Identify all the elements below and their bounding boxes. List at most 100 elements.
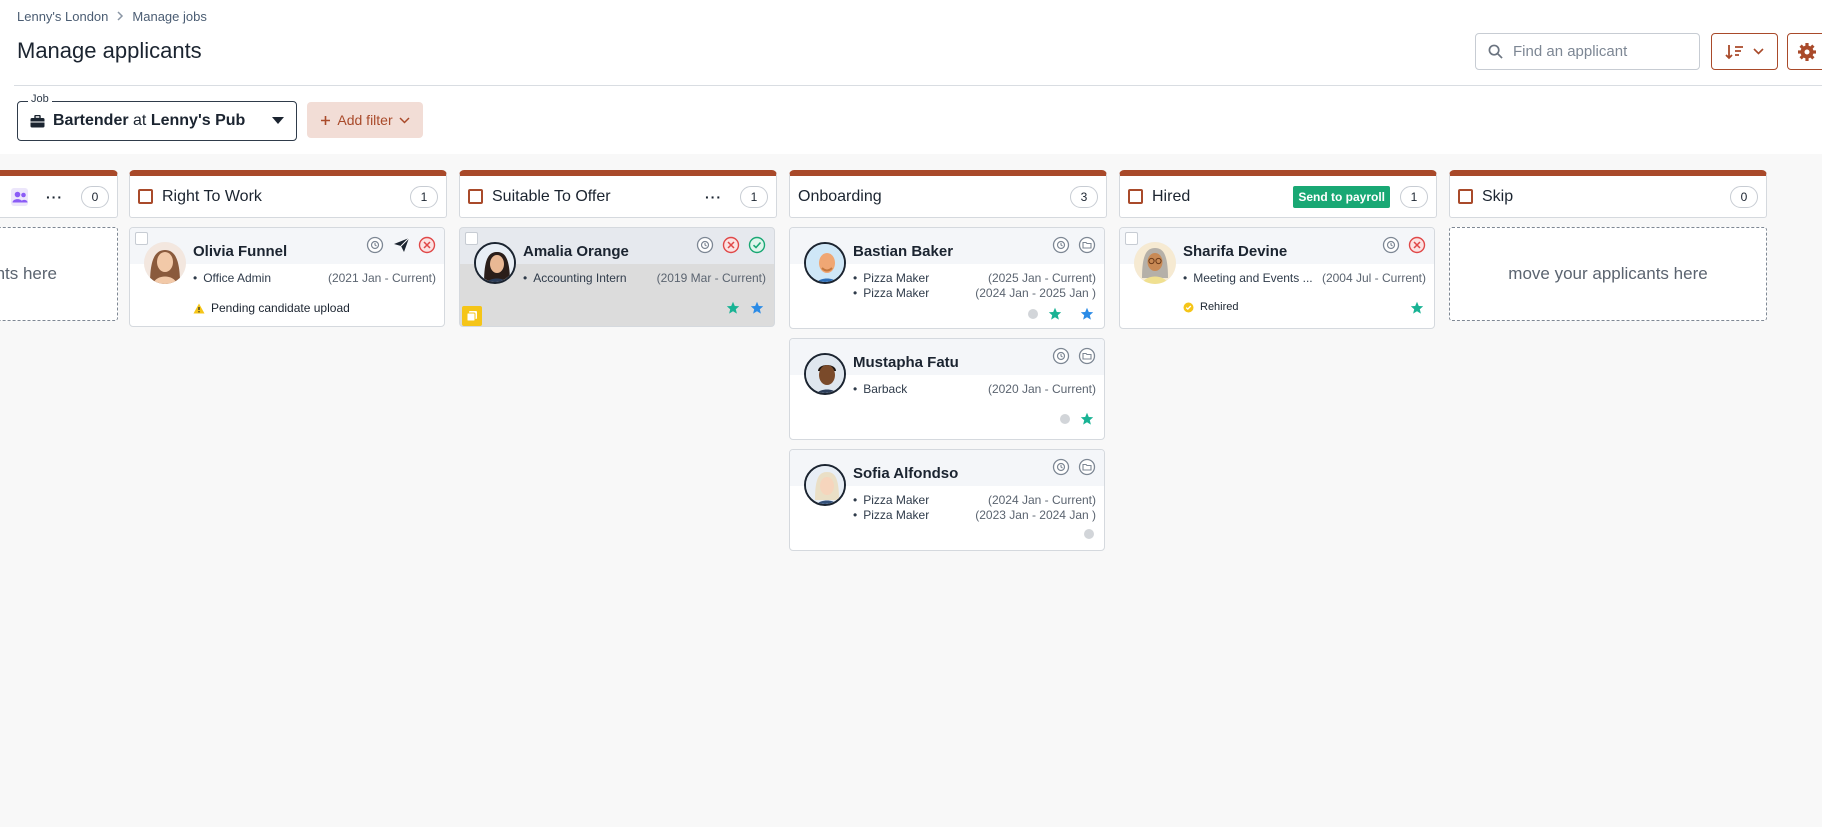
card-select-checkbox[interactable] — [1125, 232, 1138, 245]
column-select-checkbox[interactable] — [1458, 189, 1473, 204]
chevron-down-icon — [1753, 48, 1764, 55]
history-button[interactable] — [1052, 458, 1070, 476]
history-button[interactable] — [366, 236, 384, 254]
star-icon[interactable] — [750, 301, 764, 315]
applicant-dates: (2025 Jan - Current) — [987, 271, 1096, 285]
applicant-name[interactable]: Sharifa Devine — [1183, 243, 1287, 260]
star-icon[interactable] — [1080, 307, 1094, 321]
reject-button[interactable] — [722, 236, 740, 254]
card-select-checkbox[interactable] — [465, 232, 478, 245]
status-text: Rehired — [1200, 301, 1239, 313]
star-icon[interactable] — [1080, 412, 1094, 426]
applicant-name[interactable]: Olivia Funnel — [193, 243, 287, 260]
add-filter-label: Add filter — [337, 112, 393, 128]
history-icon — [1052, 458, 1070, 476]
search-icon — [1488, 44, 1503, 59]
column-select-checkbox[interactable] — [138, 189, 153, 204]
applicant-dates: (2004 Jul - Current) — [1321, 271, 1426, 285]
caret-down-icon — [272, 117, 284, 124]
close-circle-icon — [722, 236, 740, 254]
column-header-skip: Skip 0 — [1449, 170, 1767, 218]
avatar — [144, 242, 186, 284]
chevron-right-icon — [116, 9, 124, 24]
history-button[interactable] — [1382, 236, 1400, 254]
breadcrumb-root-link[interactable]: Lenny's London — [17, 9, 108, 24]
column-select-checkbox[interactable] — [1128, 189, 1143, 204]
column-menu-button[interactable]: ··· — [46, 189, 63, 205]
dropzone-cutoff[interactable]: nts here — [0, 227, 118, 321]
add-filter-button[interactable]: Add filter — [307, 102, 423, 138]
card-ratings — [1084, 529, 1094, 539]
column-count: 1 — [740, 185, 768, 208]
applicant-role: Pizza Maker — [853, 271, 929, 285]
history-button[interactable] — [1052, 347, 1070, 365]
applicant-dates: (2021 Jan - Current) — [327, 271, 436, 285]
avatar — [804, 242, 846, 284]
history-icon — [1382, 236, 1400, 254]
approve-button[interactable] — [748, 236, 766, 254]
notes-badge[interactable] — [462, 306, 482, 326]
column-count: 1 — [410, 185, 438, 208]
folder-button[interactable] — [1078, 458, 1096, 476]
history-icon — [1052, 347, 1070, 365]
applicant-role: Accounting Intern — [523, 271, 626, 285]
applicant-card-sharifa-devine[interactable]: Sharifa Devine Meeting and Events ... (2… — [1119, 227, 1435, 329]
kanban-board[interactable]: ··· 0 nts here Right To Work 1 Olivia Fu… — [0, 154, 1822, 827]
applicant-card-sofia-alfondso[interactable]: Sofia Alfondso Pizza Maker (2024 Jan - C… — [789, 449, 1105, 551]
applicant-card-mustapha-fatu[interactable]: Mustapha Fatu Barback (2020 Jan - Curren… — [789, 338, 1105, 440]
sort-button[interactable] — [1711, 33, 1778, 70]
column-title: Skip — [1482, 187, 1514, 205]
applicant-card-bastian-baker[interactable]: Bastian Baker Pizza Maker (2025 Jan - Cu… — [789, 227, 1105, 329]
job-role: Bartender — [53, 112, 129, 129]
star-icon[interactable] — [726, 301, 740, 315]
card-status: Rehired — [1183, 301, 1239, 313]
breadcrumb-current-link[interactable]: Manage jobs — [132, 9, 206, 24]
history-icon — [696, 236, 714, 254]
applicant-card-olivia-funnel[interactable]: Olivia Funnel Office Admin (2021 Jan - C… — [129, 227, 445, 327]
column-select-checkbox[interactable] — [468, 189, 483, 204]
history-button[interactable] — [696, 236, 714, 254]
job-select[interactable]: Job Bartender at Lenny's Pub — [17, 93, 297, 141]
dropzone-skip[interactable]: move your applicants here — [1449, 227, 1767, 321]
card-ratings — [1028, 307, 1094, 321]
folder-icon — [1078, 236, 1096, 254]
reject-button[interactable] — [418, 236, 436, 254]
search-placeholder: Find an applicant — [1513, 43, 1628, 60]
column-menu-button[interactable]: ··· — [705, 189, 722, 205]
applicant-name[interactable]: Bastian Baker — [853, 243, 953, 260]
card-ratings — [1410, 301, 1424, 315]
folder-button[interactable] — [1078, 236, 1096, 254]
dropzone-text: move your applicants here — [1508, 264, 1708, 283]
history-button[interactable] — [1052, 236, 1070, 254]
column-title: Right To Work — [162, 187, 262, 205]
applicant-name[interactable]: Amalia Orange — [523, 243, 629, 260]
column-header-hired: Hired Send to payroll 1 — [1119, 170, 1437, 218]
card-actions — [1052, 347, 1096, 365]
column-count: 1 — [1400, 185, 1428, 208]
column-header-cutoff: ··· 0 — [0, 170, 118, 218]
send-button[interactable] — [392, 236, 410, 254]
team-icon[interactable] — [11, 187, 28, 206]
folder-button[interactable] — [1078, 347, 1096, 365]
card-select-checkbox[interactable] — [135, 232, 148, 245]
status-dot — [1028, 309, 1038, 319]
send-to-payroll-button[interactable]: Send to payroll — [1293, 185, 1390, 208]
search-input[interactable]: Find an applicant — [1475, 33, 1700, 70]
dropzone-text: nts here — [0, 264, 57, 283]
applicant-dates: (2024 Jan - Current) — [987, 493, 1096, 507]
card-ratings — [726, 301, 764, 315]
settings-button[interactable] — [1787, 33, 1822, 70]
sort-icon — [1725, 44, 1743, 59]
applicant-role: Pizza Maker — [853, 508, 929, 522]
column-count: 3 — [1070, 185, 1098, 208]
card-actions — [1052, 458, 1096, 476]
star-icon[interactable] — [1410, 301, 1424, 315]
history-icon — [1052, 236, 1070, 254]
reject-button[interactable] — [1408, 236, 1426, 254]
card-status: Pending candidate upload — [193, 301, 350, 315]
applicant-card-amalia-orange[interactable]: Amalia Orange Accounting Intern (2019 Ma… — [459, 227, 775, 327]
applicant-name[interactable]: Sofia Alfondso — [853, 465, 958, 482]
star-icon[interactable] — [1048, 307, 1062, 321]
check-circle-icon — [748, 236, 766, 254]
applicant-name[interactable]: Mustapha Fatu — [853, 354, 959, 371]
